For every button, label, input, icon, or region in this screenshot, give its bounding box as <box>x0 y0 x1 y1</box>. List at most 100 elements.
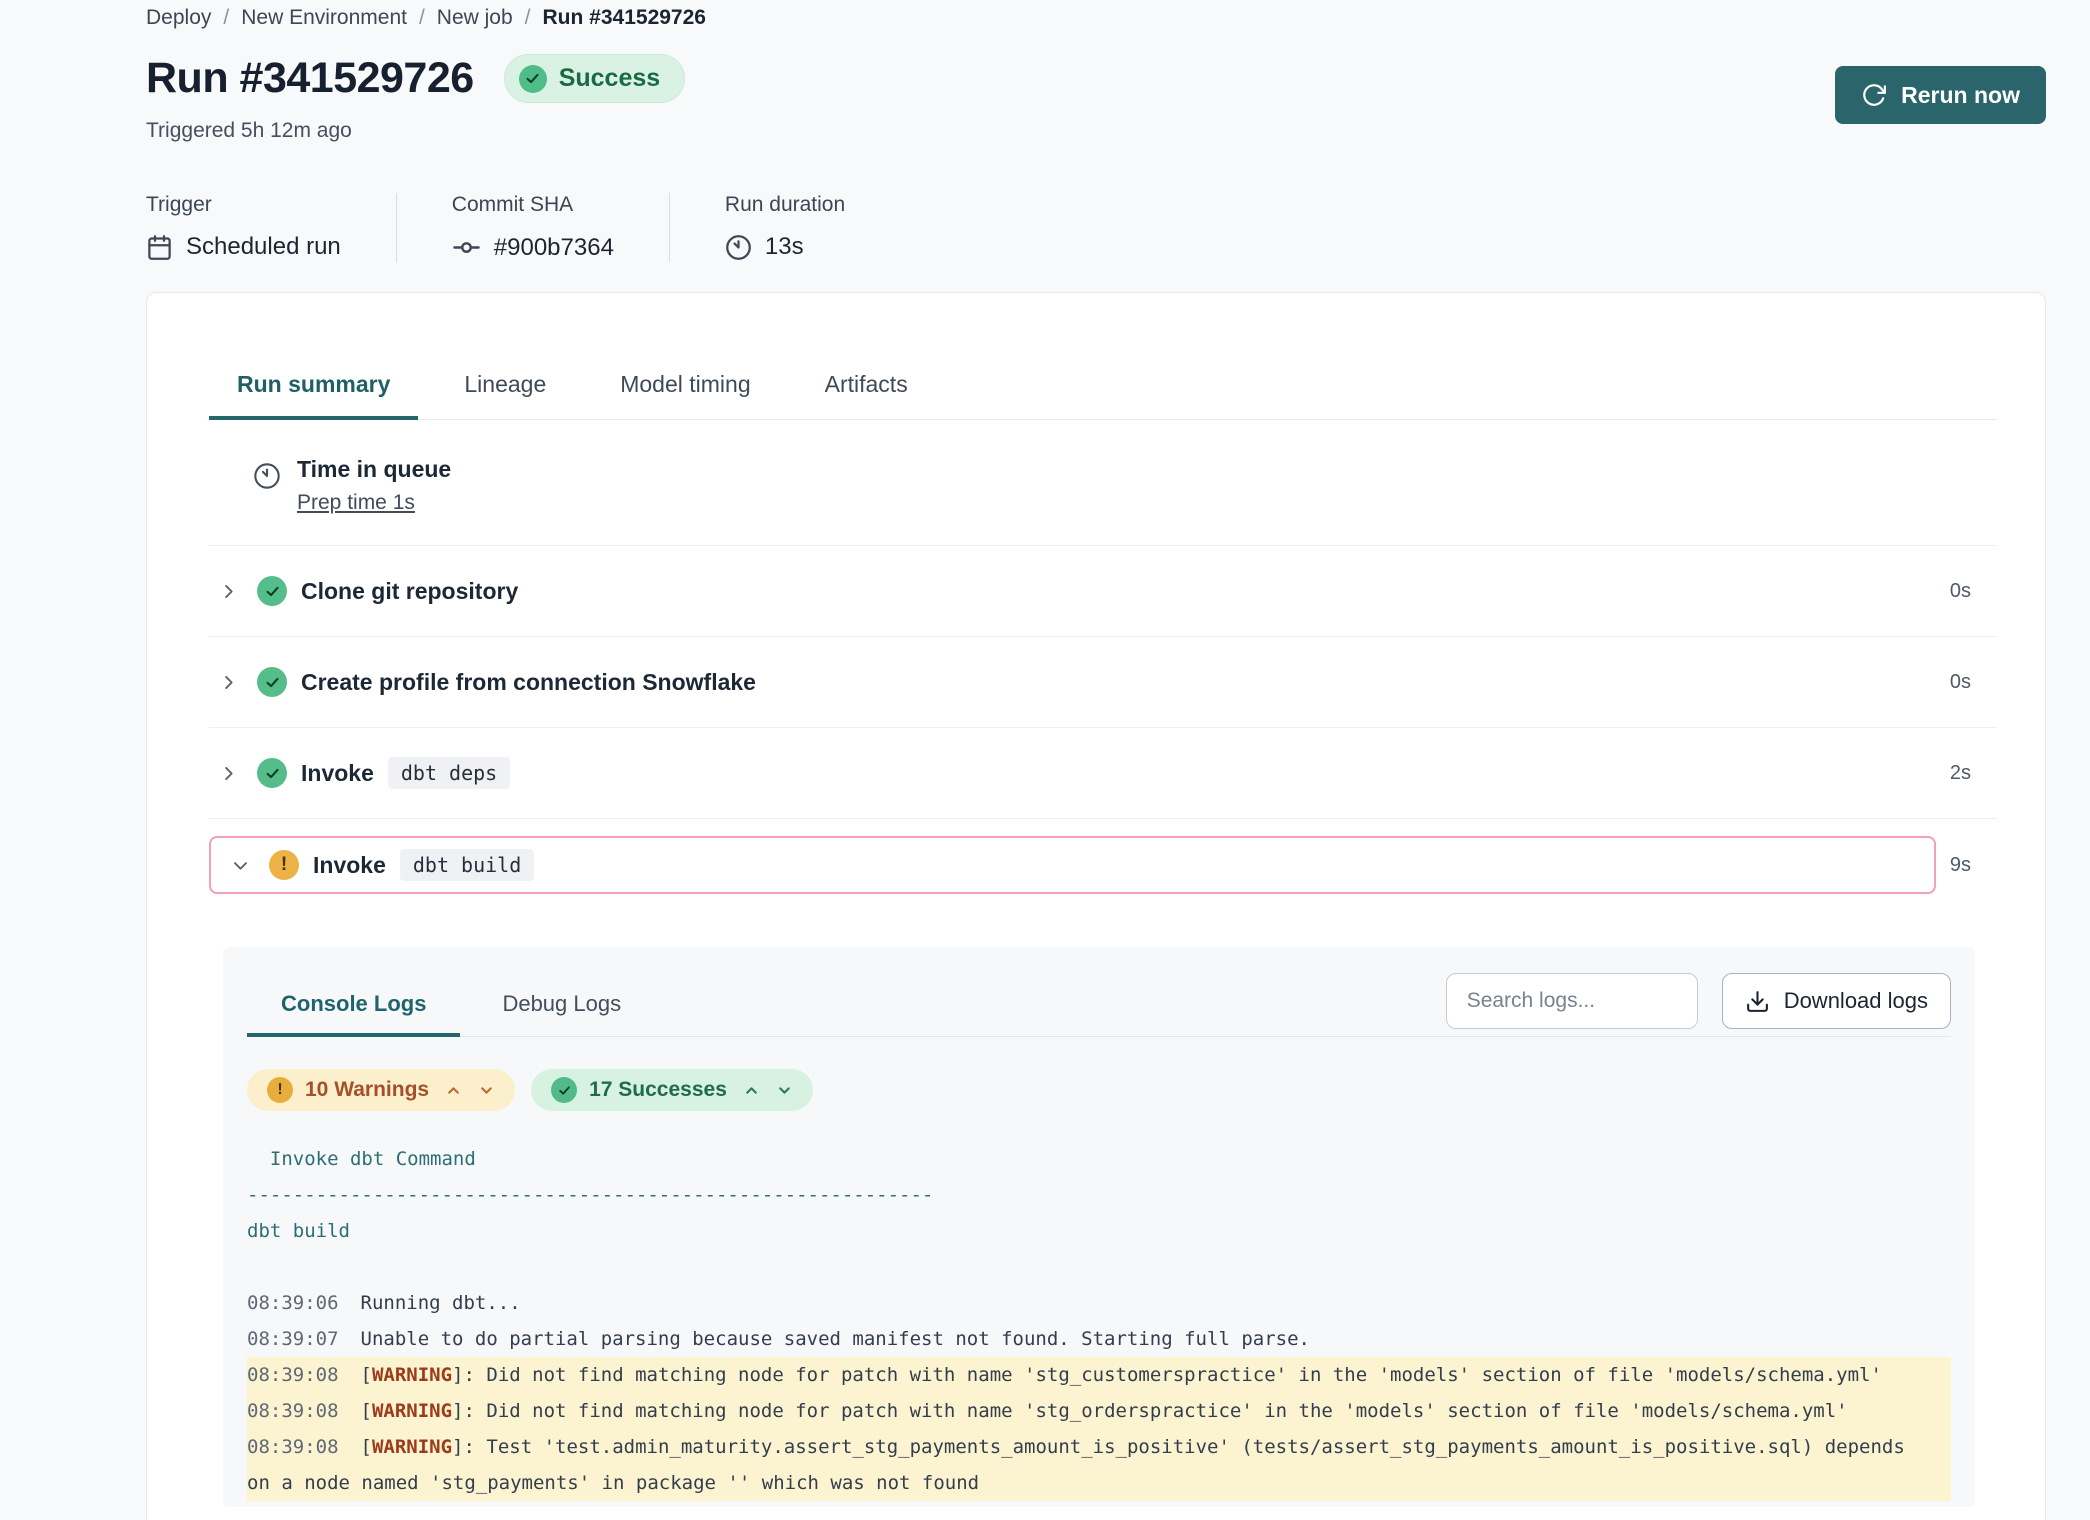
run-detail-page: Deploy / New Environment / New job / Run… <box>0 0 2090 1520</box>
log-timestamp: 08:39:08 <box>247 1364 339 1386</box>
run-summary-card: Run summary Lineage Model timing Artifac… <box>146 292 2046 1520</box>
tab-lineage[interactable]: Lineage <box>436 371 574 420</box>
step-title: Invoke <box>301 760 374 787</box>
commit-value[interactable]: #900b7364 <box>494 234 614 262</box>
rerun-icon <box>1861 82 1887 108</box>
meta-duration: Run duration 13s <box>669 193 900 262</box>
run-tabs: Run summary Lineage Model timing Artifac… <box>209 371 1997 420</box>
log-line: 08:39:06 Running dbt... <box>247 1285 1951 1321</box>
rerun-now-button[interactable]: Rerun now <box>1835 66 2046 124</box>
log-message: Did not find matching node for patch wit… <box>486 1364 1882 1386</box>
title-row: Run #341529726 Success <box>146 54 2046 103</box>
tab-artifacts[interactable]: Artifacts <box>797 371 936 420</box>
step-clone-git[interactable]: Clone git repository 0s <box>209 546 1997 637</box>
warning-tag: [WARNING]: <box>361 1436 487 1458</box>
triggered-timestamp: Triggered 5h 12m ago <box>146 119 2046 143</box>
success-check-icon <box>257 758 287 788</box>
step-title: Clone git repository <box>301 578 518 605</box>
time-in-queue-section: Time in queue Prep time 1s <box>209 420 1997 546</box>
chevron-right-icon[interactable] <box>219 764 241 783</box>
breadcrumb-deploy[interactable]: Deploy <box>146 6 211 30</box>
breadcrumb-separator: / <box>419 6 425 30</box>
download-icon <box>1745 989 1770 1014</box>
log-output[interactable]: Invoke dbt Command----------------------… <box>247 1141 1951 1501</box>
log-tabs: Console Logs Debug Logs <box>247 977 655 1037</box>
chevron-down-icon[interactable] <box>231 856 253 875</box>
tab-debug-logs[interactable]: Debug Logs <box>468 977 655 1037</box>
warning-icon: ! <box>267 1077 293 1103</box>
success-check-icon <box>519 65 547 93</box>
commit-label: Commit SHA <box>452 193 614 217</box>
breadcrumb-run: Run #341529726 <box>543 6 706 30</box>
successes-badge[interactable]: 17 Successes <box>531 1069 813 1111</box>
warning-tag: [WARNING]: <box>361 1400 487 1422</box>
chevron-right-icon[interactable] <box>219 582 241 601</box>
meta-commit: Commit SHA #900b7364 <box>396 193 669 262</box>
warning-icon: ! <box>269 850 299 880</box>
success-check-icon <box>257 667 287 697</box>
chevron-down-icon[interactable] <box>478 1082 495 1099</box>
page-header: Deploy / New Environment / New job / Run… <box>0 0 2090 262</box>
step-duration: 2s <box>1950 762 1997 785</box>
warnings-count: 10 Warnings <box>305 1078 429 1102</box>
log-message: Did not find matching node for patch wit… <box>486 1400 1847 1422</box>
chevron-down-icon[interactable] <box>776 1082 793 1099</box>
clock-icon <box>725 234 752 261</box>
log-timestamp: 08:39:08 <box>247 1436 339 1458</box>
breadcrumb-separator: / <box>525 6 531 30</box>
step-duration: 0s <box>1950 671 1997 694</box>
breadcrumb-environment[interactable]: New Environment <box>241 6 407 30</box>
breadcrumb: Deploy / New Environment / New job / Run… <box>146 4 2046 30</box>
chevron-up-icon[interactable] <box>743 1082 760 1099</box>
tab-run-summary[interactable]: Run summary <box>209 371 418 420</box>
warnings-badge[interactable]: ! 10 Warnings <box>247 1069 515 1111</box>
queue-title: Time in queue <box>297 456 451 483</box>
log-line: dbt build <box>247 1213 1951 1249</box>
success-check-icon <box>551 1077 577 1103</box>
rerun-label: Rerun now <box>1901 82 2020 109</box>
chevron-up-icon[interactable] <box>445 1082 462 1099</box>
prep-time-link[interactable]: Prep time 1s <box>297 491 415 515</box>
log-filter-badges: ! 10 Warnings 17 Successes <box>247 1069 1951 1111</box>
calendar-icon <box>146 234 173 261</box>
step-duration: 0s <box>1950 580 1997 603</box>
log-line: 08:39:07 Unable to do partial parsing bec… <box>247 1321 1951 1357</box>
tab-console-logs[interactable]: Console Logs <box>247 977 460 1037</box>
command-chip: dbt deps <box>388 757 510 789</box>
step-title: Invoke <box>313 852 386 879</box>
log-line: 08:39:08[WARNING]: Did not find matching… <box>247 1393 1951 1429</box>
search-logs-input[interactable] <box>1446 973 1698 1029</box>
log-timestamp: 08:39:07 <box>247 1328 339 1350</box>
log-line: 08:39:08[WARNING]: Test 'test.admin_matu… <box>247 1429 1951 1501</box>
log-message: Unable to do partial parsing because sav… <box>361 1328 1310 1350</box>
command-chip: dbt build <box>400 849 534 881</box>
breadcrumb-separator: / <box>223 6 229 30</box>
tab-model-timing[interactable]: Model timing <box>592 371 778 420</box>
trigger-label: Trigger <box>146 193 341 217</box>
meta-trigger: Trigger Scheduled run <box>146 193 396 262</box>
warning-tag: [WARNING]: <box>361 1364 487 1386</box>
step-title: Create profile from connection Snowflake <box>301 669 756 696</box>
success-check-icon <box>257 576 287 606</box>
step-duration: 9s <box>1950 854 1997 877</box>
breadcrumb-job[interactable]: New job <box>437 6 513 30</box>
log-line: Invoke dbt Command <box>247 1141 1951 1177</box>
duration-value: 13s <box>765 233 804 261</box>
console-header: Console Logs Debug Logs Download logs <box>247 973 1951 1037</box>
download-label: Download logs <box>1784 988 1928 1014</box>
step-invoke-dbt-deps[interactable]: Invoke dbt deps 2s <box>209 728 1997 819</box>
download-logs-button[interactable]: Download logs <box>1722 973 1951 1029</box>
commit-icon <box>452 233 481 262</box>
step-create-profile[interactable]: Create profile from connection Snowflake… <box>209 637 1997 728</box>
status-label: Success <box>559 64 660 93</box>
log-line: ----------------------------------------… <box>247 1177 1951 1213</box>
duration-label: Run duration <box>725 193 845 217</box>
step-invoke-dbt-build: ! Invoke dbt build 9s <box>209 819 1997 911</box>
log-message-continued: on a node named 'stg_payments' in packag… <box>247 1465 1951 1501</box>
page-title: Run #341529726 <box>146 54 474 103</box>
log-message: Running dbt... <box>361 1292 521 1314</box>
log-timestamp: 08:39:06 <box>247 1292 339 1314</box>
step-invoke-dbt-build-header[interactable]: ! Invoke dbt build <box>209 836 1936 894</box>
chevron-right-icon[interactable] <box>219 673 241 692</box>
successes-count: 17 Successes <box>589 1078 727 1102</box>
